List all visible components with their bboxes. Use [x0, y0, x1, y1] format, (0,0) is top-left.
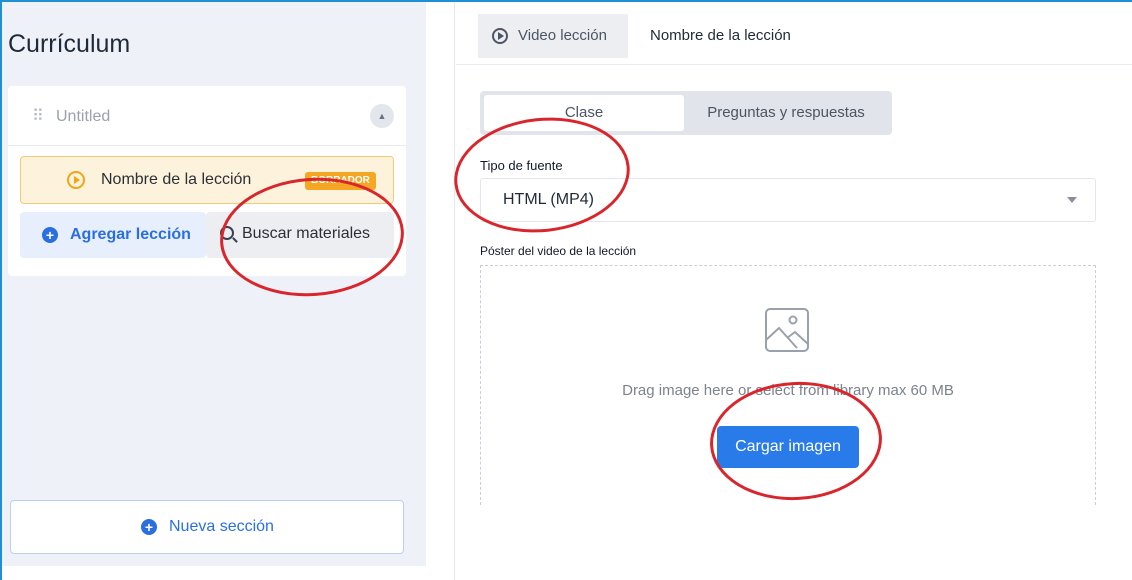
header-divider: [456, 64, 1132, 65]
poster-label: Póster del video de la lección: [480, 244, 637, 258]
plus-circle-icon: +: [141, 519, 157, 535]
chevron-down-icon: [1067, 197, 1077, 203]
image-placeholder-icon: [765, 308, 809, 352]
tab-questions-answers[interactable]: Preguntas y respuestas: [684, 95, 888, 131]
plus-circle-icon: +: [42, 227, 58, 243]
lesson-title-field[interactable]: Nombre de la lección: [650, 27, 791, 44]
new-section-button[interactable]: + Nueva sección: [10, 500, 404, 554]
play-circle-icon: [67, 171, 85, 189]
new-section-label: Nueva sección: [169, 518, 274, 535]
section-header[interactable]: ⠿ Untitled ▲: [8, 86, 406, 146]
lesson-type-label: Video lección: [518, 27, 607, 44]
drag-handle-icon[interactable]: ⠿: [32, 106, 44, 126]
play-circle-icon: [492, 28, 508, 44]
chevron-up-icon[interactable]: ▲: [370, 104, 394, 128]
lesson-name: Nombre de la lección: [101, 171, 252, 188]
lesson-type-tab[interactable]: Video lección: [478, 14, 628, 58]
panel-divider: [454, 2, 455, 580]
curriculum-title: Currículum: [8, 30, 131, 58]
add-lesson-button[interactable]: + Agregar lección: [20, 212, 206, 258]
add-lesson-label: Agregar lección: [70, 226, 191, 243]
curriculum-panel: Currículum ⠿ Untitled ▲ Nombre de la lec…: [2, 2, 456, 580]
section-name[interactable]: Untitled: [56, 108, 110, 126]
